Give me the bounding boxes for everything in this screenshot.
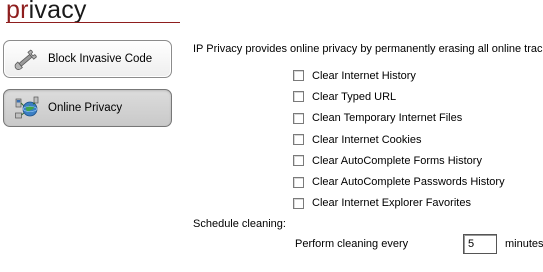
option-label: Clear Internet History [312,69,416,82]
block-invasive-code-label: Block Invasive Code [48,53,153,65]
online-privacy-label: Online Privacy [48,102,123,114]
network-globe-icon [14,95,40,121]
option-clear-typed-url[interactable]: Clear Typed URL [293,86,505,107]
checkbox[interactable] [293,70,304,82]
checkbox[interactable] [293,155,304,167]
option-clear-internet-history[interactable]: Clear Internet History [293,65,505,86]
title-underline [6,22,180,23]
option-clear-internet-cookies[interactable]: Clear Internet Cookies [293,129,505,150]
wrench-icon [14,46,40,72]
option-clear-autocomplete-passwords-history[interactable]: Clear AutoComplete Passwords History [293,171,505,192]
sidebar-nav: Block Invasive Code Online Privacy [3,40,173,127]
schedule-cleaning-label: Schedule cleaning: [193,218,286,230]
option-clean-temporary-internet-files[interactable]: Clean Temporary Internet Files [293,108,505,129]
option-label: Clear Internet Cookies [312,133,422,146]
checkbox[interactable] [293,197,304,209]
option-clear-internet-explorer-favorites[interactable]: Clear Internet Explorer Favorites [293,193,505,214]
online-privacy-button[interactable]: Online Privacy [3,89,172,127]
title-area: privacy [6,0,180,26]
option-label: Clean Temporary Internet Files [312,112,463,125]
checkbox[interactable] [293,112,304,124]
cleaning-options-list: Clear Internet History Clear Typed URL C… [293,65,505,214]
page-title-rest: ivacy [28,0,87,24]
block-invasive-code-button[interactable]: Block Invasive Code [3,40,172,78]
option-label: Clear AutoComplete Forms History [312,154,482,167]
cleaning-interval-input[interactable] [463,234,497,254]
option-label: Clear Typed URL [312,90,397,103]
checkbox[interactable] [293,176,304,188]
minutes-label: minutes [505,238,543,250]
page-title-accent: pr [6,0,29,24]
perform-cleaning-label: Perform cleaning every [295,238,409,250]
option-clear-autocomplete-forms-history[interactable]: Clear AutoComplete Forms History [293,150,505,171]
page-title: privacy [6,0,87,23]
checkbox[interactable] [293,91,304,103]
intro-text: IP Privacy provides online privacy by pe… [193,43,543,55]
checkbox[interactable] [293,134,304,146]
option-label: Clear Internet Explorer Favorites [312,197,471,210]
option-label: Clear AutoComplete Passwords History [312,176,505,189]
